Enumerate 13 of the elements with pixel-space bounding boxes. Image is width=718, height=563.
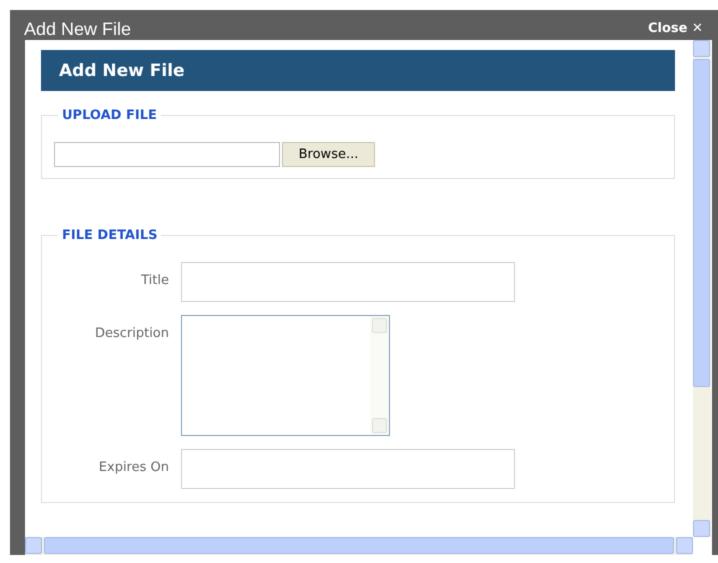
field-label: Description: [94, 325, 169, 343]
horizontal-scrollbar[interactable]: [25, 537, 693, 555]
vertical-scrollbar[interactable]: [693, 40, 711, 537]
field-label: Title: [140, 272, 169, 290]
input-field[interactable]: [181, 262, 515, 302]
dialog-header: Add New File: [41, 50, 675, 91]
browse-button[interactable]: Browse...: [282, 142, 375, 167]
input-field[interactable]: [181, 449, 515, 489]
file-path-field[interactable]: [54, 142, 280, 167]
window-title: Add New File: [24, 20, 132, 38]
description-field[interactable]: [181, 315, 390, 436]
field-label: Expires On: [98, 459, 169, 477]
close-button[interactable]: Close ✕: [648, 22, 703, 36]
